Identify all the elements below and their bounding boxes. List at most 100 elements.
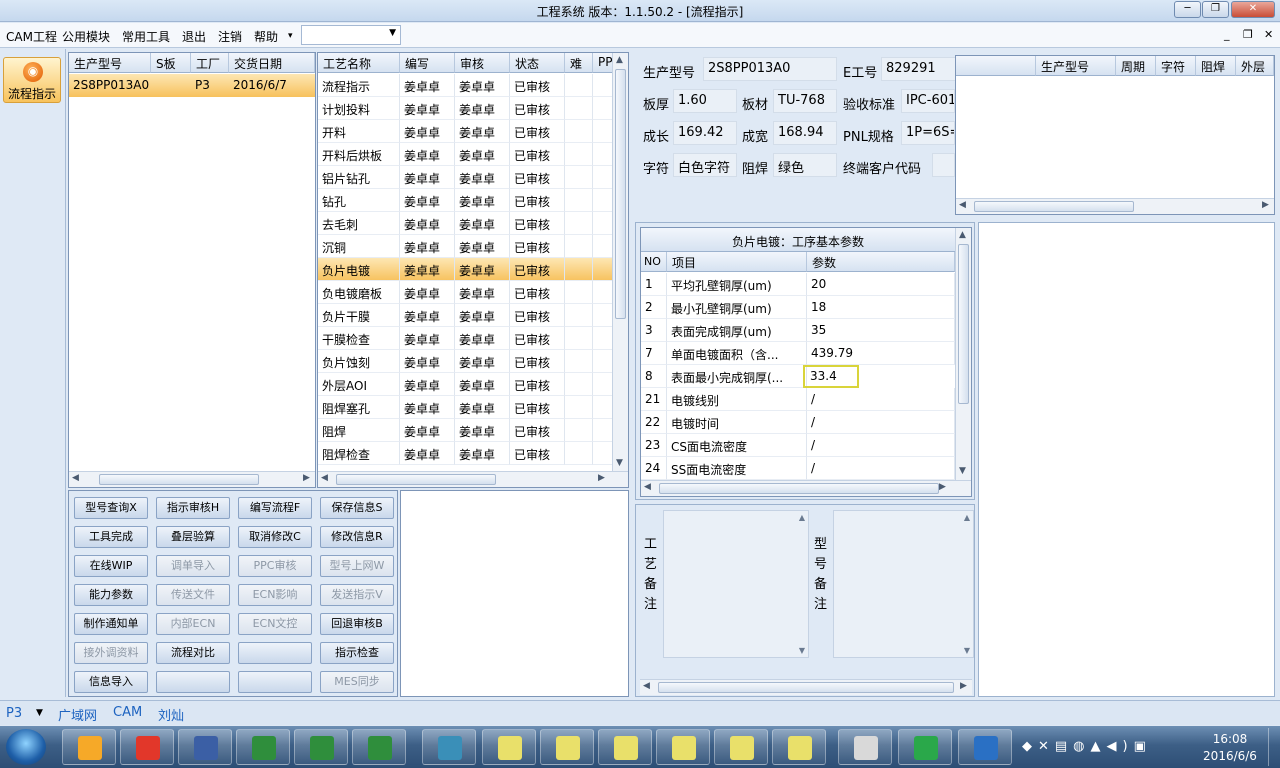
table-row[interactable]: 3 表面完成铜厚(um) 35 (641, 319, 955, 342)
action-button-26[interactable] (238, 671, 312, 693)
table-row[interactable]: 钻孔 姜卓卓 姜卓卓 已审核 (318, 189, 613, 212)
cell-value[interactable]: 439.79 (807, 342, 955, 365)
thickness-field[interactable]: 1.60 (673, 89, 737, 113)
process-grid-hscroll[interactable]: ◀ ▶ (318, 471, 628, 487)
col-header-s-board[interactable]: S板 (151, 53, 191, 73)
scroll-up-icon[interactable]: ▲ (616, 55, 623, 65)
pnl-field[interactable]: 1P=6S= (901, 121, 955, 145)
table-row[interactable]: 24 SS面电流密度 / (641, 457, 955, 480)
table-row[interactable]: 2 最小孔壁铜厚(um) 18 (641, 296, 955, 319)
length-field[interactable]: 169.42 (673, 121, 737, 145)
scroll-right-icon[interactable]: ▶ (303, 473, 310, 483)
col-header-model[interactable]: 生产型号 (69, 53, 151, 73)
standard-field[interactable]: IPC-601 (901, 89, 955, 113)
col-header-value[interactable]: 参数 (807, 252, 955, 272)
customer-code-field[interactable] (932, 153, 955, 177)
table-row[interactable]: 干膜检查 姜卓卓 姜卓卓 已审核 (318, 327, 613, 350)
clock-date[interactable]: 2016/6/6 (1196, 749, 1264, 763)
action-button-12[interactable]: 能力参数 (74, 584, 148, 606)
flow-instruction-button[interactable]: ◉ 流程指示 (3, 57, 61, 103)
related-grid-hscroll[interactable]: ◀ ▶ (956, 198, 1274, 214)
scroll-right-icon[interactable]: ▶ (960, 681, 967, 691)
action-button-11[interactable]: 型号上网W (320, 555, 394, 577)
taskbar-app-9[interactable] (598, 729, 652, 765)
col-header-process-name[interactable]: 工艺名称 (318, 53, 400, 73)
chevron-down-icon[interactable]: ▼ (36, 708, 43, 718)
taskbar-app-4[interactable] (294, 729, 348, 765)
action-button-20[interactable]: 接外调资料 (74, 642, 148, 664)
table-row[interactable]: 23 CS面电流密度 / (641, 434, 955, 457)
taskbar-app-10[interactable] (656, 729, 710, 765)
help-dropdown-icon[interactable]: ▾ (288, 31, 293, 41)
scroll-up-icon[interactable]: ▲ (964, 513, 970, 522)
table-row[interactable]: 8 表面最小完成铜厚(... 33.4 (641, 365, 955, 388)
table-row[interactable]: 外层AOI 姜卓卓 姜卓卓 已审核 (318, 373, 613, 396)
taskbar-app-5[interactable] (352, 729, 406, 765)
table-row[interactable]: 负片电镀 姜卓卓 姜卓卓 已审核 (318, 258, 613, 281)
menu-help[interactable]: 帮助 (254, 28, 278, 45)
action-button-24[interactable]: 信息导入 (74, 671, 148, 693)
table-row[interactable]: 流程指示 姜卓卓 姜卓卓 已审核 (318, 74, 613, 97)
mdi-restore-icon[interactable]: ❐ (1243, 28, 1253, 41)
params-vscroll[interactable]: ▲ ▼ (955, 228, 971, 480)
action-button-4[interactable]: 工具完成 (74, 526, 148, 548)
cell-value[interactable]: / (807, 388, 955, 411)
model-field[interactable]: 2S8PP013A0 (703, 57, 837, 81)
action-button-3[interactable]: 保存信息S (320, 497, 394, 519)
scroll-thumb[interactable] (615, 69, 626, 319)
scroll-right-icon[interactable]: ▶ (939, 482, 946, 492)
scroll-left-icon[interactable]: ◀ (959, 200, 966, 210)
col-header-author[interactable]: 编写 (400, 53, 455, 73)
table-row[interactable]: 去毛刺 姜卓卓 姜卓卓 已审核 (318, 212, 613, 235)
taskbar-app-13[interactable] (838, 729, 892, 765)
table-row[interactable]: 1 平均孔壁铜厚(um) 20 (641, 273, 955, 296)
table-row[interactable]: 21 电镀线别 / (641, 388, 955, 411)
scroll-left-icon[interactable]: ◀ (644, 482, 651, 492)
toolbar-combo[interactable]: ▼ (301, 25, 401, 45)
table-row[interactable]: 负片蚀刻 姜卓卓 姜卓卓 已审核 (318, 350, 613, 373)
action-button-5[interactable]: 叠层验算 (156, 526, 230, 548)
taskbar-app-1[interactable] (120, 729, 174, 765)
cell-value[interactable]: 18 (807, 296, 955, 319)
col-header-status[interactable]: 状态 (510, 53, 565, 73)
taskbar-app-7[interactable] (482, 729, 536, 765)
table-row[interactable]: 开料后烘板 姜卓卓 姜卓卓 已审核 (318, 143, 613, 166)
scroll-down-icon[interactable]: ▼ (799, 646, 805, 655)
notes-hscroll[interactable]: ◀ ▶ (640, 679, 972, 695)
close-button[interactable]: ✕ (1231, 1, 1275, 18)
table-row[interactable]: 7 单面电镀面积（含... 439.79 (641, 342, 955, 365)
action-button-10[interactable]: PPC审核 (238, 555, 312, 577)
width-field[interactable]: 168.94 (773, 121, 837, 145)
action-button-22[interactable] (238, 642, 312, 664)
action-button-25[interactable] (156, 671, 230, 693)
col-header-item[interactable]: 项目 (667, 252, 807, 272)
minimize-button[interactable]: ─ (1174, 1, 1201, 18)
scroll-up-icon[interactable]: ▲ (799, 513, 805, 522)
scroll-up-icon[interactable]: ▲ (959, 230, 966, 240)
menu-logout[interactable]: 注销 (218, 28, 242, 45)
table-row[interactable]: 2S8PP013A0 P3 2016/6/7 (69, 74, 315, 97)
taskbar-app-0[interactable] (62, 729, 116, 765)
show-desktop-button[interactable] (1268, 728, 1280, 766)
action-button-18[interactable]: ECN文控 (238, 613, 312, 635)
cell-value[interactable]: / (807, 434, 955, 457)
menu-cam[interactable]: CAM工程 (6, 28, 57, 45)
col-header-no[interactable]: NO (641, 252, 667, 272)
solder-mask-field[interactable]: 绿色 (773, 153, 837, 177)
col-header-cycle[interactable]: 周期 (1116, 56, 1156, 76)
maximize-button[interactable]: ❐ (1202, 1, 1229, 18)
table-row[interactable]: 铝片钻孔 姜卓卓 姜卓卓 已审核 (318, 166, 613, 189)
taskbar-app-3[interactable] (236, 729, 290, 765)
params-hscroll[interactable]: ◀ ▶ (641, 480, 971, 496)
table-row[interactable]: 阻焊塞孔 姜卓卓 姜卓卓 已审核 (318, 396, 613, 419)
scroll-thumb[interactable] (99, 474, 259, 485)
table-row[interactable]: 开料 姜卓卓 姜卓卓 已审核 (318, 120, 613, 143)
col-header-factory[interactable]: 工厂 (191, 53, 229, 73)
table-row[interactable]: 22 电镀时间 / (641, 411, 955, 434)
scroll-right-icon[interactable]: ▶ (1262, 200, 1269, 210)
scroll-thumb[interactable] (974, 201, 1134, 212)
scroll-thumb[interactable] (336, 474, 496, 485)
cell-value[interactable]: / (807, 457, 955, 480)
col-header-reviewer[interactable]: 审核 (455, 53, 510, 73)
taskbar-app-2[interactable] (178, 729, 232, 765)
